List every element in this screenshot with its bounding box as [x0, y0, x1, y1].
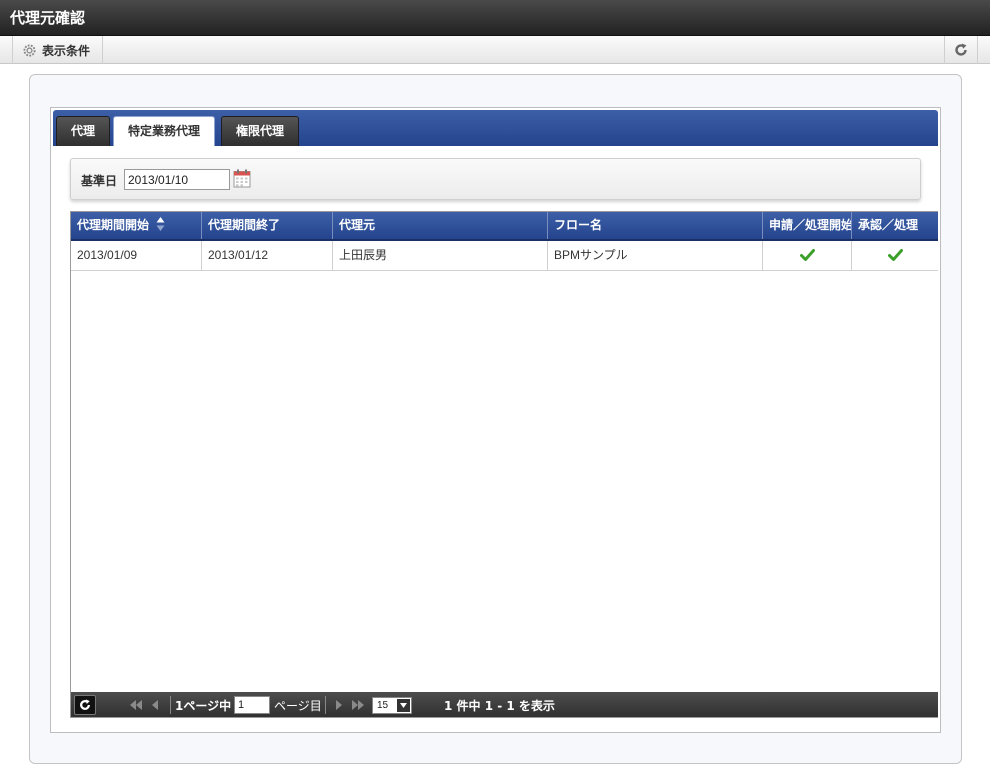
column-header-flow-name[interactable]: フロー名 — [548, 212, 763, 239]
grid-header: 代理期間開始 代理期間終了 代理元 フロー名 申請／処理開始 承認／処理 — [71, 212, 938, 241]
gear-icon — [23, 43, 36, 57]
next-page-icon — [336, 700, 342, 710]
display-conditions-button[interactable]: 表示条件 — [12, 36, 104, 64]
check-icon — [888, 249, 903, 261]
first-page-button[interactable] — [129, 692, 143, 717]
cell-apply-start — [763, 241, 852, 270]
cell-proxy-end: 2013/01/12 — [202, 241, 333, 270]
table-row[interactable]: 2013/01/09 2013/01/12 上田辰男 BPMサンプル — [71, 241, 938, 271]
last-page-icon — [352, 700, 364, 710]
pager-refresh-button[interactable] — [74, 695, 96, 715]
record-summary: 1 件中 1 - 1 を表示 — [444, 698, 555, 713]
next-page-button[interactable] — [335, 692, 343, 717]
tab-specific-business-proxy[interactable]: 特定業務代理 — [113, 116, 216, 146]
last-page-button[interactable] — [351, 692, 365, 717]
window-title: 代理元確認 — [0, 0, 990, 36]
prev-page-button[interactable] — [151, 692, 159, 717]
column-header-proxy-source[interactable]: 代理元 — [333, 212, 548, 239]
refresh-button[interactable] — [944, 36, 978, 64]
tab-bar: 代理 特定業務代理 権限代理 — [53, 110, 938, 146]
page-number-wrap — [234, 692, 270, 717]
column-header-proxy-end[interactable]: 代理期間終了 — [202, 212, 333, 239]
tab-authority-proxy[interactable]: 権限代理 — [221, 116, 300, 146]
refresh-icon — [955, 43, 967, 56]
first-page-icon — [130, 700, 142, 710]
column-header-approve[interactable]: 承認／処理 — [852, 212, 938, 239]
base-date-input[interactable] — [124, 169, 230, 190]
page-size-value: 15 — [377, 699, 389, 711]
page-size-wrap: 15 — [372, 692, 412, 717]
cell-flow-name: BPMサンプル — [548, 241, 763, 270]
cell-proxy-start: 2013/01/09 — [71, 241, 202, 270]
condition-box: 基準日 — [70, 158, 921, 200]
pager-separator — [325, 696, 326, 714]
pager: 1ページ中 ページ目 15 1 件中 1 - 1 を表示 — [71, 692, 938, 717]
cell-proxy-source: 上田辰男 — [333, 241, 548, 270]
prev-page-icon — [152, 700, 158, 710]
page-size-select[interactable]: 15 — [372, 696, 412, 714]
chevron-down-icon — [397, 698, 410, 712]
page-prefix: 1ページ中 — [175, 698, 232, 713]
proxy-source-grid: 代理期間開始 代理期間終了 代理元 フロー名 申請／処理開始 承認／処理 201… — [70, 211, 938, 718]
base-date-label: 基準日 — [81, 174, 118, 188]
tab-proxy[interactable]: 代理 — [56, 116, 111, 146]
refresh-icon — [80, 699, 90, 710]
display-conditions-label: 表示条件 — [42, 43, 91, 58]
pager-separator — [170, 696, 171, 714]
column-header-proxy-start[interactable]: 代理期間開始 — [71, 212, 202, 239]
calendar-icon[interactable] — [233, 169, 251, 191]
column-header-apply-start[interactable]: 申請／処理開始 — [763, 212, 852, 239]
page-suffix: ページ目 — [274, 698, 322, 713]
cell-approve — [852, 241, 938, 270]
check-icon — [799, 249, 815, 261]
toolbar: 表示条件 — [0, 36, 990, 64]
page-number-input[interactable] — [234, 696, 270, 714]
sort-icon — [156, 217, 165, 231]
